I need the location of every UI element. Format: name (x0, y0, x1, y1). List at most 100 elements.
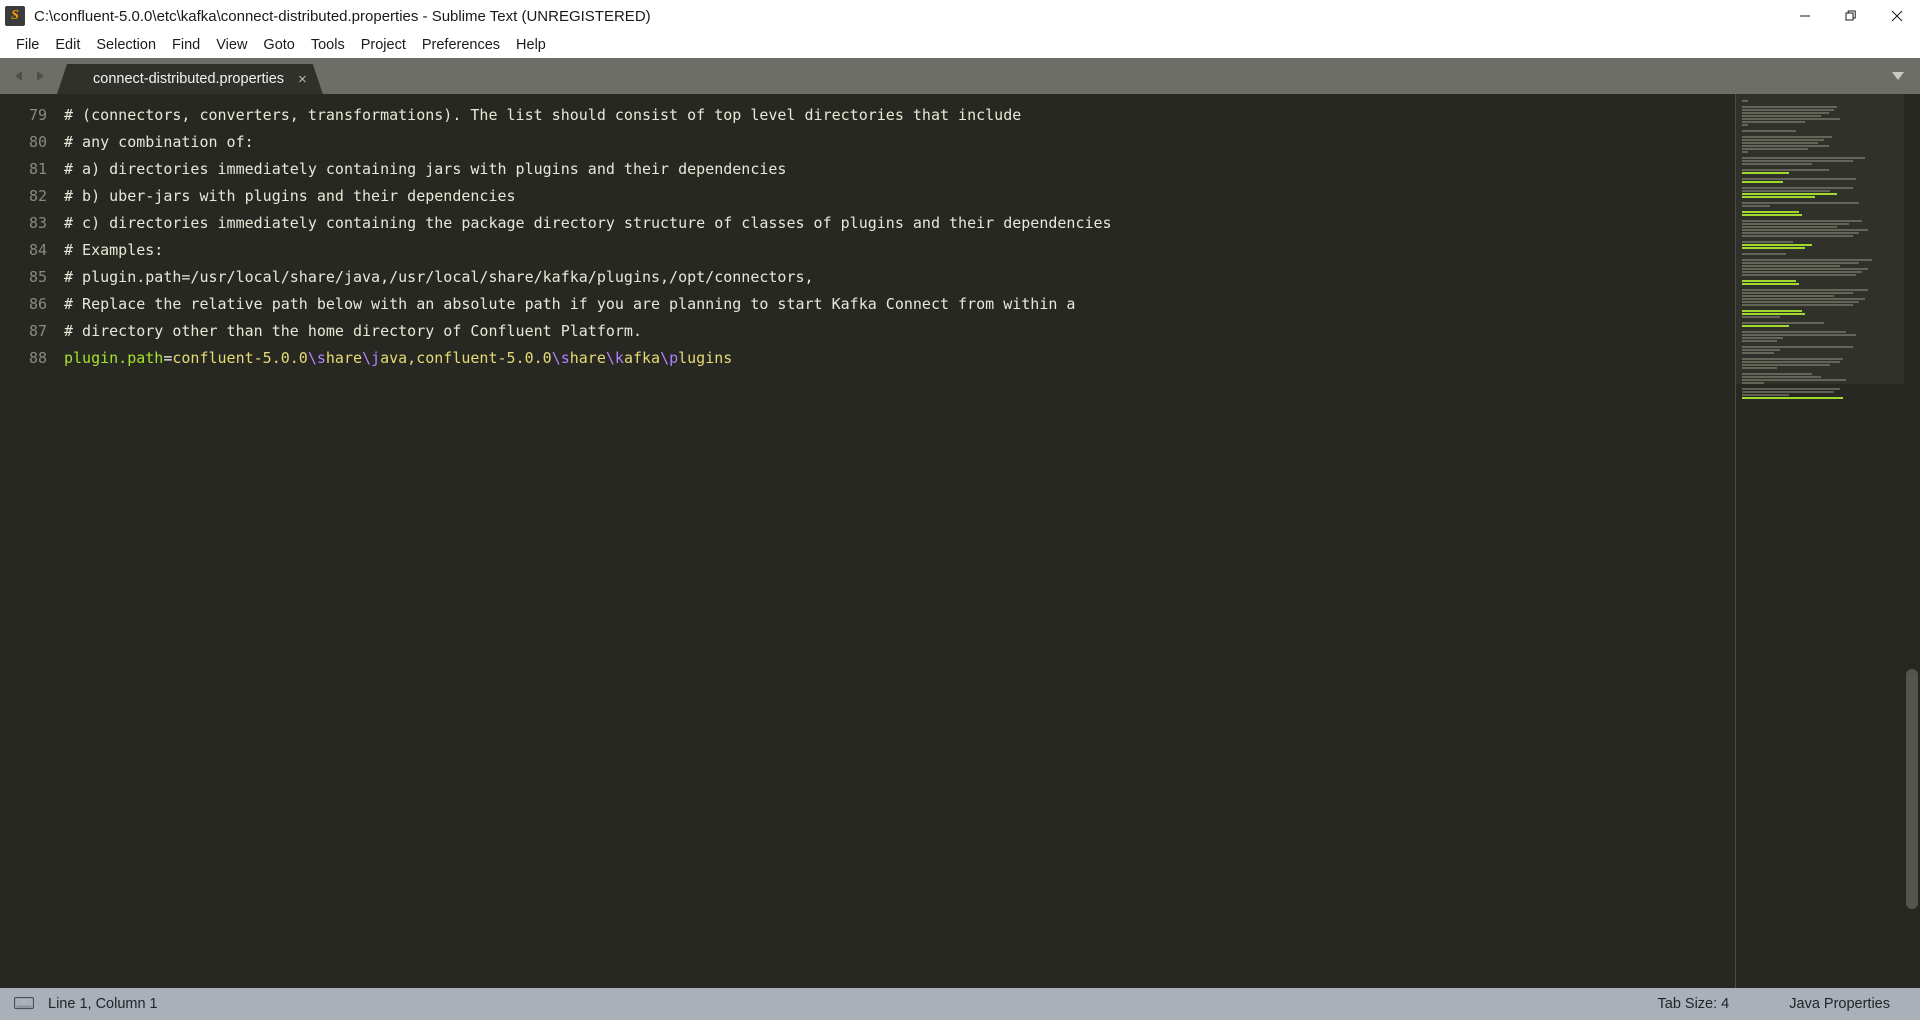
minimap-line (1742, 292, 1853, 294)
minimap-line (1742, 142, 1818, 144)
minimap-line (1742, 160, 1853, 162)
code-line: # Replace the relative path below with a… (64, 295, 1076, 313)
minimap-line (1742, 262, 1859, 264)
minimap-line (1742, 304, 1853, 306)
minimap-line (1742, 136, 1833, 138)
minimap-line (1742, 340, 1777, 342)
minimap-line (1742, 313, 1806, 315)
minimap-line (1742, 394, 1790, 396)
minimap-line (1742, 382, 1765, 384)
tab-close-icon[interactable]: × (298, 72, 307, 87)
minimap-line (1742, 310, 1803, 312)
menu-item-project[interactable]: Project (353, 35, 414, 55)
menu-item-tools[interactable]: Tools (303, 35, 353, 55)
minimap-line (1742, 196, 1815, 198)
code-token-esc: \s (551, 349, 570, 367)
minimap-line (1742, 391, 1834, 393)
minimap-line (1742, 337, 1784, 339)
code-token-esc: \p (660, 349, 679, 367)
line-number: 88 (28, 349, 47, 367)
minimap-line (1742, 373, 1812, 375)
minimap-line (1742, 367, 1777, 369)
code-line: # plugin.path=/usr/local/share/java,/usr… (64, 268, 814, 286)
close-icon (1891, 10, 1903, 22)
code-minimap[interactable] (1736, 94, 1904, 988)
menu-item-selection[interactable]: Selection (88, 35, 164, 55)
minimap-line (1742, 268, 1869, 270)
window-controls (1782, 0, 1920, 32)
tab-nav-arrows (0, 58, 57, 94)
code-line: # any combination of: (64, 133, 254, 151)
minimap-line (1742, 121, 1806, 123)
code-line: # Examples: (64, 241, 164, 259)
restore-button[interactable] (1828, 0, 1874, 32)
minimap-line (1742, 325, 1790, 327)
minimap-line (1742, 244, 1812, 246)
minimap-line (1742, 163, 1812, 165)
minimap-line (1742, 376, 1821, 378)
tab-connect-distributed-properties[interactable]: connect-distributed.properties × (57, 64, 323, 94)
vertical-scrollbar[interactable] (1904, 94, 1920, 988)
triangle-left-icon[interactable] (12, 69, 26, 83)
minimap-line (1742, 211, 1799, 213)
code-token-val: hare (325, 349, 363, 367)
monitor-icon[interactable] (14, 996, 34, 1012)
code-token-key: plugin.path (64, 349, 164, 367)
minimap-line (1742, 352, 1774, 354)
minimap-line (1742, 151, 1749, 153)
code-content[interactable]: # (connectors, converters, transformatio… (56, 94, 1735, 988)
minimap-line (1742, 118, 1840, 120)
logo-s-glyph: S (11, 8, 19, 23)
chevron-down-icon[interactable] (1890, 70, 1906, 82)
menu-item-help[interactable]: Help (508, 35, 554, 55)
minimap-line (1742, 331, 1847, 333)
line-number: 79 (28, 106, 47, 124)
tab-label: connect-distributed.properties (93, 71, 285, 87)
triangle-right-icon[interactable] (33, 69, 47, 83)
minimap-line (1742, 349, 1780, 351)
minimap-line (1742, 115, 1821, 117)
title-bar: S C:\confluent-5.0.0\etc\kafka\connect-d… (0, 0, 1920, 32)
minimize-button[interactable] (1782, 0, 1828, 32)
minimap-line (1742, 106, 1837, 108)
code-token-val: confluent-5.0.0 (172, 349, 308, 367)
minimap-line (1742, 223, 1850, 225)
minimap-line (1742, 205, 1771, 207)
minimap-line (1742, 346, 1853, 348)
code-line-property: plugin.path=confluent-5.0.0\share\java,c… (64, 345, 1735, 372)
minimap-line (1742, 280, 1796, 282)
minimap-line (1742, 364, 1831, 366)
minimap-line (1742, 187, 1853, 189)
line-number-gutter: 79 80 81 82 83 84 85 86 87 88 (0, 94, 56, 988)
minimap-line (1742, 379, 1847, 381)
line-number: 83 (28, 214, 47, 232)
minimap-line (1742, 100, 1749, 102)
code-line: # (connectors, converters, transformatio… (64, 106, 1022, 124)
minimap-line (1742, 358, 1844, 360)
line-number: 86 (28, 295, 47, 313)
menu-item-goto[interactable]: Goto (255, 35, 302, 55)
menu-item-view[interactable]: View (208, 35, 255, 55)
line-number: 87 (28, 322, 47, 340)
minimap-line (1742, 181, 1784, 183)
editor-area: 79 80 81 82 83 84 85 86 87 88 # (connect… (0, 94, 1920, 988)
code-token-esc: \s (307, 349, 326, 367)
minimap-line (1742, 148, 1809, 150)
line-number: 81 (28, 160, 47, 178)
minimap-line (1742, 109, 1834, 111)
menu-item-file[interactable]: File (8, 35, 47, 55)
window-title: C:\confluent-5.0.0\etc\kafka\connect-dis… (34, 7, 651, 25)
menu-item-preferences[interactable]: Preferences (414, 35, 508, 55)
code-token-val: ava,confluent-5.0.0 (380, 349, 552, 367)
syntax-label[interactable]: Java Properties (1789, 996, 1890, 1012)
minimap-line (1742, 271, 1863, 273)
close-button[interactable] (1874, 0, 1920, 32)
minimap-line (1742, 214, 1803, 216)
minimap-line (1742, 229, 1869, 231)
menu-item-edit[interactable]: Edit (47, 35, 88, 55)
menu-item-find[interactable]: Find (164, 35, 208, 55)
minimap-line (1742, 361, 1840, 363)
minimap-line (1742, 301, 1859, 303)
tab-size-label[interactable]: Tab Size: 4 (1658, 996, 1730, 1012)
scrollbar-thumb[interactable] (1906, 669, 1918, 909)
